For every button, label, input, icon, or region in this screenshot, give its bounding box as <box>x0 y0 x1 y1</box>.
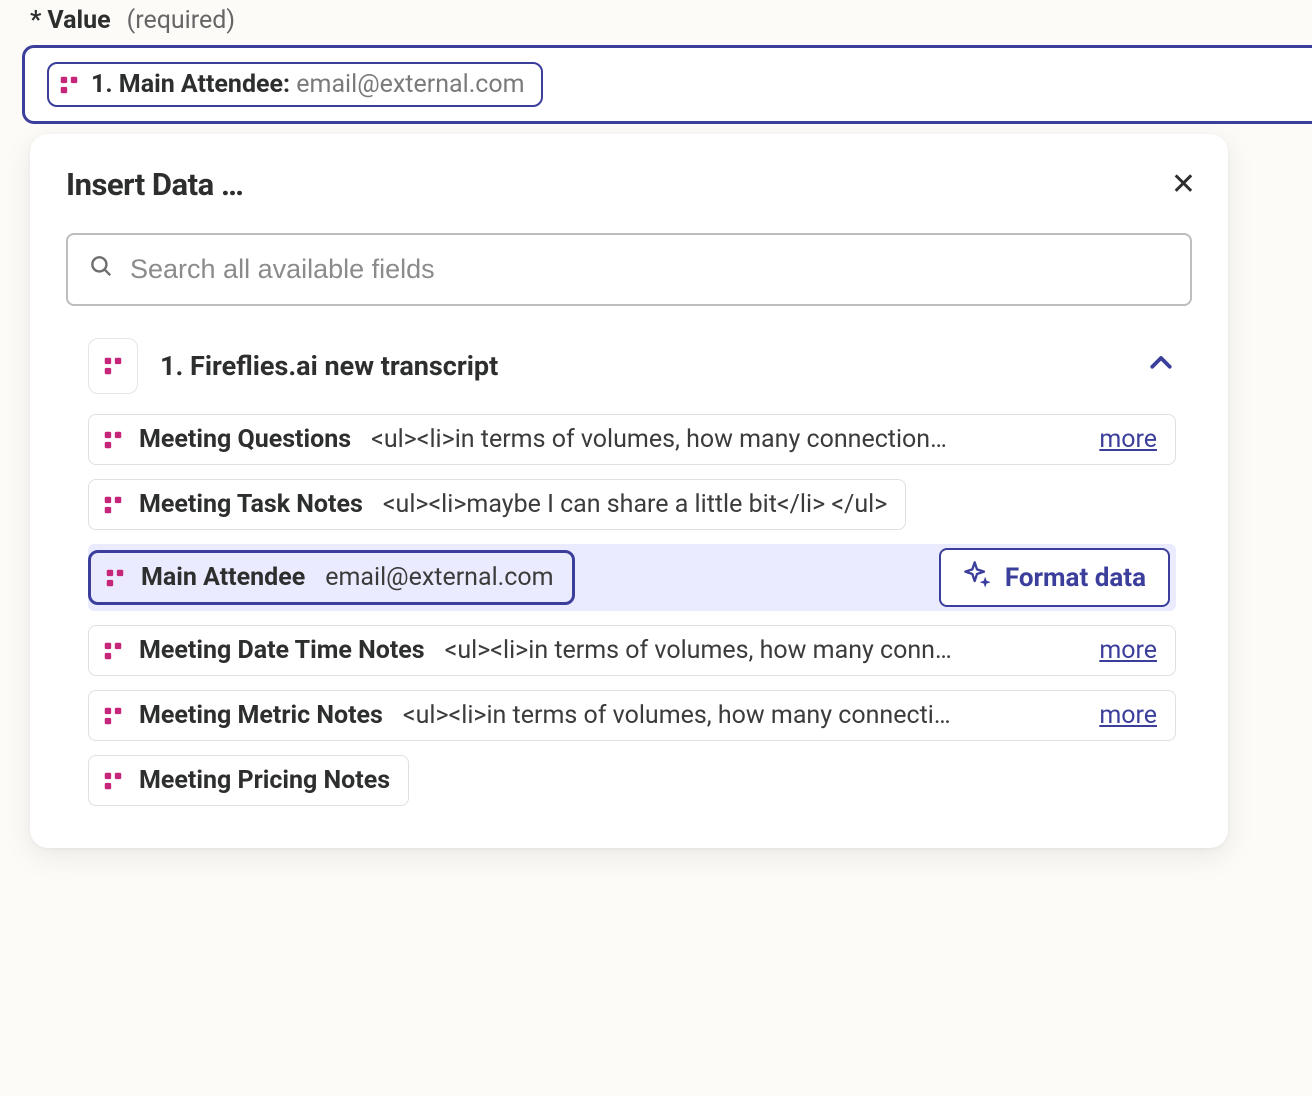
field-name: Meeting Questions <box>139 425 351 454</box>
more-link[interactable]: more <box>1099 701 1157 730</box>
field-row-selected: Main Attendee email@external.com Format … <box>88 544 1176 611</box>
sparkle-icon <box>963 560 991 595</box>
field-name: Main Attendee <box>141 563 305 592</box>
pill-prefix: 1. Main Attendee: <box>91 70 290 99</box>
field-preview: <ul><li>maybe I can share a little bit</… <box>383 490 887 519</box>
fireflies-icon <box>101 639 125 663</box>
search-input[interactable] <box>130 254 1170 285</box>
source-left: 1. Fireflies.ai new transcript <box>88 338 498 394</box>
insert-data-dropdown: Insert Data … ✕ 1. Fireflies.ai new tran… <box>30 134 1228 848</box>
format-data-button[interactable]: Format data <box>939 548 1170 607</box>
source-icon-box <box>88 338 138 394</box>
dropdown-header: Insert Data … ✕ <box>30 166 1228 233</box>
field-name: Meeting Metric Notes <box>139 701 383 730</box>
fireflies-icon <box>101 354 125 378</box>
field-row: Meeting Metric Notes <ul><li>in terms of… <box>88 690 1176 741</box>
value-field-label-row: * Value (required) <box>18 6 1312 35</box>
chevron-up-icon[interactable] <box>1146 348 1176 385</box>
field-chip-meeting-date-time-notes[interactable]: Meeting Date Time Notes <ul><li>in terms… <box>88 625 1176 676</box>
field-row: Meeting Task Notes <ul><li>maybe I can s… <box>88 479 1176 530</box>
field-row: Meeting Date Time Notes <ul><li>in terms… <box>88 625 1176 676</box>
field-name: Meeting Date Time Notes <box>139 636 425 665</box>
selected-row: Main Attendee email@external.com Format … <box>88 544 1176 611</box>
field-preview: <ul><li>in terms of volumes, how many co… <box>403 701 1067 730</box>
value-pill[interactable]: 1. Main Attendee: email@external.com <box>47 62 543 107</box>
value-input-box[interactable]: 1. Main Attendee: email@external.com <box>22 45 1312 124</box>
pill-value: email@external.com <box>296 70 524 99</box>
search-wrap <box>30 233 1228 328</box>
search-box[interactable] <box>66 233 1192 306</box>
search-icon <box>88 253 114 286</box>
fireflies-icon <box>101 769 125 793</box>
fireflies-icon <box>57 73 81 97</box>
fireflies-icon <box>101 428 125 452</box>
dropdown-title: Insert Data … <box>66 166 243 203</box>
required-asterisk: * <box>30 6 41 35</box>
field-label: Value <box>47 6 110 35</box>
field-chip-meeting-pricing-notes[interactable]: Meeting Pricing Notes <box>88 755 409 806</box>
field-preview: <ul><li>in terms of volumes, how many co… <box>371 425 1067 454</box>
field-row: Meeting Pricing Notes <box>88 755 1176 806</box>
field-row: Meeting Questions <ul><li>in terms of vo… <box>88 414 1176 465</box>
more-link[interactable]: more <box>1099 636 1157 665</box>
fireflies-icon <box>103 566 127 590</box>
field-preview: email@external.com <box>325 563 553 592</box>
format-data-label: Format data <box>1005 563 1146 593</box>
field-chip-meeting-questions[interactable]: Meeting Questions <ul><li>in terms of vo… <box>88 414 1176 465</box>
field-preview: <ul><li>in terms of volumes, how many co… <box>445 636 1068 665</box>
fireflies-icon <box>101 704 125 728</box>
field-name: Meeting Task Notes <box>139 490 363 519</box>
source-title: 1. Fireflies.ai new transcript <box>160 350 498 382</box>
fireflies-icon <box>101 493 125 517</box>
field-chip-meeting-task-notes[interactable]: Meeting Task Notes <ul><li>maybe I can s… <box>88 479 906 530</box>
source-header[interactable]: 1. Fireflies.ai new transcript <box>30 328 1228 414</box>
field-chip-main-attendee[interactable]: Main Attendee email@external.com <box>88 550 575 605</box>
field-chip-meeting-metric-notes[interactable]: Meeting Metric Notes <ul><li>in terms of… <box>88 690 1176 741</box>
field-list: Meeting Questions <ul><li>in terms of vo… <box>30 414 1228 806</box>
close-icon[interactable]: ✕ <box>1171 170 1196 200</box>
pill-text: 1. Main Attendee: email@external.com <box>91 70 525 99</box>
more-link[interactable]: more <box>1099 425 1157 454</box>
required-hint: (required) <box>127 6 235 35</box>
field-name: Meeting Pricing Notes <box>139 766 390 795</box>
